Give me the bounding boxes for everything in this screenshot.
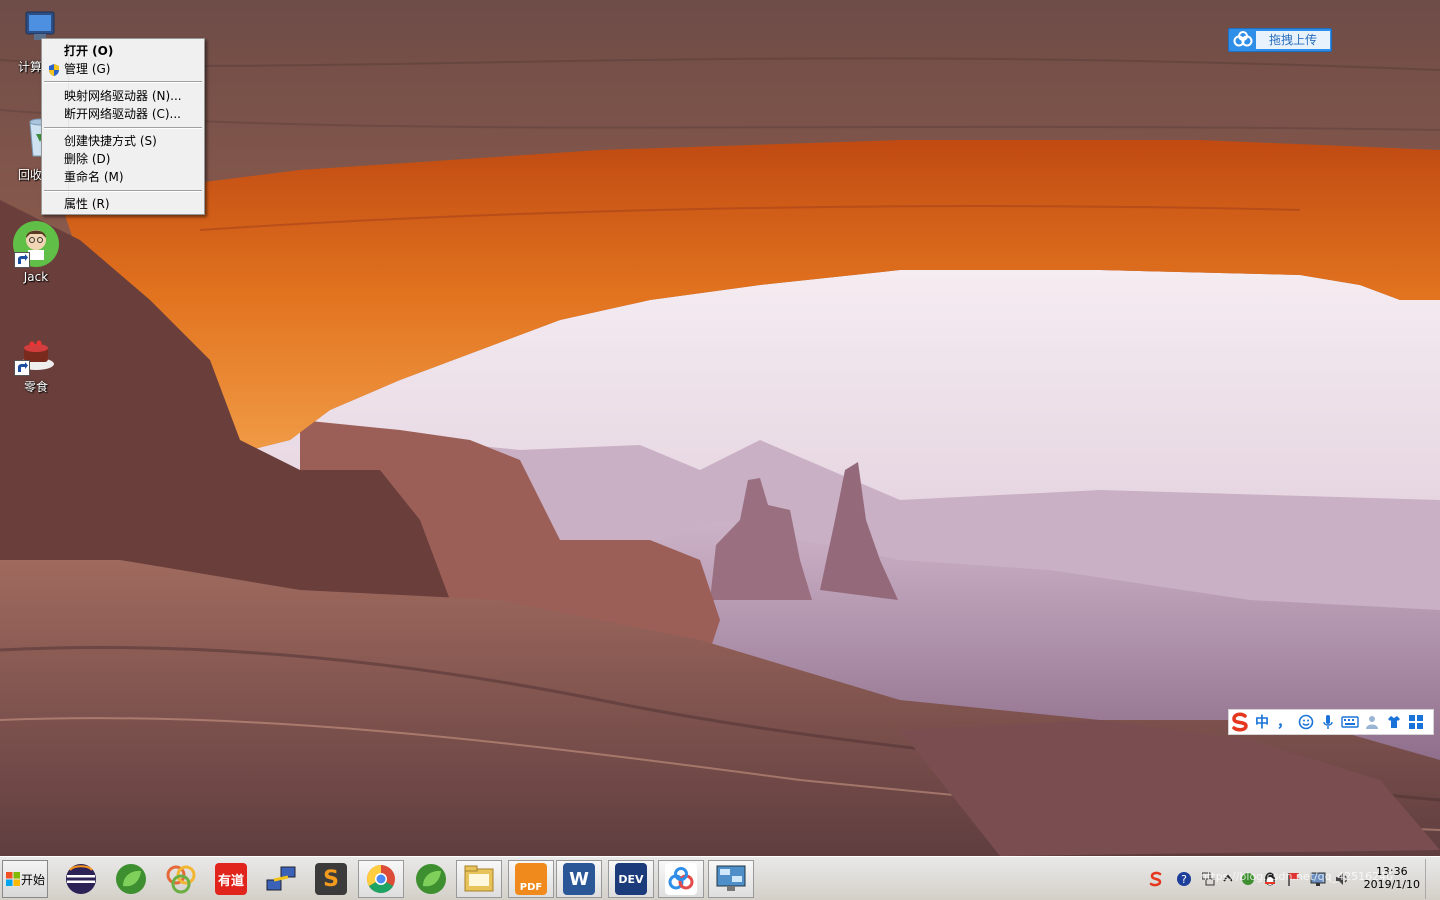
uac-shield-icon [49,64,59,76]
baidu-netdisk-icon [665,863,697,895]
taskbar-app-file-explorer[interactable] [456,860,502,898]
menu-item-disconnect-network-drive[interactable]: 断开网络驱动器 (C)... [64,105,181,123]
shortcut-arrow-icon [14,360,30,376]
menu-item-properties[interactable]: 属性 (R) [64,195,110,213]
wallpaper-landscape-image [0,0,1440,856]
taskbar-app-baidu-netdisk[interactable] [658,860,704,898]
menu-item-delete[interactable]: 删除 (D) [64,150,110,168]
menu-separator [44,190,202,192]
drag-upload-widget[interactable]: 拖拽上传 [1228,28,1332,52]
svg-text:?: ? [1181,873,1187,886]
clock-date: 2019/1/10 [1363,878,1420,891]
user-icon[interactable] [1361,711,1383,733]
taskbar-app-chrome[interactable] [358,860,404,898]
desktop-icon-jack[interactable]: Jack [0,220,72,284]
microphone-icon[interactable] [1317,711,1339,733]
taskbar-app-sublime-text[interactable]: S [308,860,354,898]
eclipse-icon [66,864,96,894]
taskbar-app-word[interactable]: W [556,860,602,898]
pdf-app-icon: PDF [515,863,547,895]
upload-widget-label: 拖拽上传 [1256,31,1330,49]
flag-icon[interactable] [1286,871,1302,887]
chrome-icon [367,865,395,893]
clock-time: 13:36 [1375,865,1408,878]
taskbar-app-circle[interactable] [158,860,204,898]
baidu-cloud-icon [1233,31,1253,47]
help-icon[interactable]: ? [1176,871,1192,887]
green-leaf-app-icon [116,864,146,894]
desktop-icon-label: 零食 [23,380,48,394]
clock[interactable]: 13:36 2019/1/10 [1364,865,1420,891]
shortcut-arrow-icon [14,252,30,268]
sublime-text-icon: S [315,863,347,895]
taskbar-app-network-tool[interactable] [258,860,304,898]
windows-logo-icon [6,872,20,886]
skin-icon[interactable] [1383,711,1405,733]
punctuation-icon[interactable]: ， [1273,711,1295,733]
chinese-mode-icon[interactable]: 中 [1251,711,1273,733]
menu-item-create-shortcut[interactable]: 创建快捷方式 (S) [64,132,157,150]
start-label: 开始 [21,872,46,887]
desktop-icon-snacks[interactable]: 零食 [0,328,72,395]
desktop-icon-label: Jack [23,270,49,284]
keyboard-icon[interactable] [1339,711,1361,733]
menu-item-manage[interactable]: 管理 (G) [64,60,110,78]
dev-cpp-icon: DEV [615,863,647,895]
volume-icon[interactable] [1334,871,1350,887]
desktop-wallpaper [0,0,1440,856]
taskbar-app-youdao[interactable]: 有道 [208,860,254,898]
taskbar-app-dev-cpp[interactable]: DEV [608,860,654,898]
sogou-tray-icon[interactable] [1148,871,1164,887]
youdao-dict-icon: 有道 [215,863,247,895]
show-desktop-button[interactable] [1425,859,1438,899]
green-leaf-app-2-icon [416,864,446,894]
taskbar-app-eclipse[interactable] [58,860,104,898]
taskbar-app-pdf[interactable]: PDF [508,860,554,898]
menu-separator [44,127,202,129]
qq-icon[interactable] [1262,871,1278,887]
start-button[interactable]: 开始 [2,860,48,898]
sogou-logo-icon[interactable] [1229,711,1251,733]
menu-item-map-network-drive[interactable]: 映射网络驱动器 (N)... [64,87,182,105]
context-menu: 打开 (O) 管理 (G) 映射网络驱动器 (N)... 断开网络驱动器 (C)… [41,38,205,215]
circle-app-icon [166,865,196,894]
monitor-icon[interactable] [1310,871,1326,887]
ime-toolbar: 中 ， [1228,709,1434,735]
emoji-icon[interactable] [1295,711,1317,733]
show-hidden-icons-icon[interactable] [1220,871,1236,887]
word-icon: W [563,863,595,895]
system-tray: ? 13:36 2019/1/10 https://blog.csdn.net/… [1140,859,1438,899]
menu-item-rename[interactable]: 重命名 (M) [64,168,124,186]
toolbox-icon[interactable] [1405,711,1427,733]
menu-item-open[interactable]: 打开 (O) [64,42,113,60]
taskbar: 开始 有道 S PDF W DEV ? 13:36 2019/1/10 http… [0,856,1440,900]
taskbar-app-remote-desktop[interactable] [708,860,754,898]
file-explorer-icon [464,865,494,892]
menu-separator [44,81,202,83]
network-tool-icon [266,866,296,891]
taskbar-app-green-leaf[interactable] [108,860,154,898]
taskbar-app-green-leaf-2[interactable] [408,860,454,898]
jack-avatar-icon [12,220,60,268]
cake-icon [12,328,60,376]
green-app-tray-icon[interactable] [1240,871,1256,887]
network-status-icon[interactable] [1200,871,1216,887]
remote-desktop-icon [716,865,746,891]
